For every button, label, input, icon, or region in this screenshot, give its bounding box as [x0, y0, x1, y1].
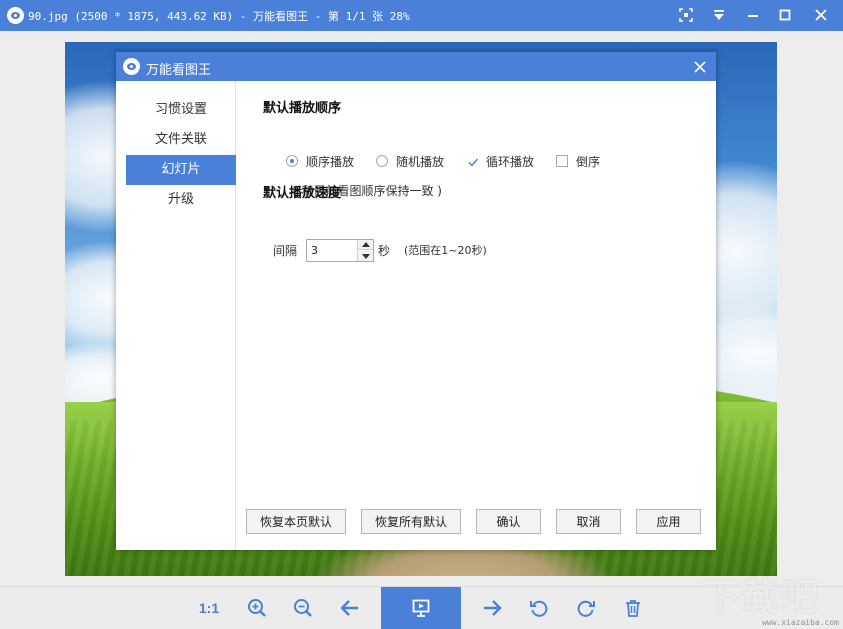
checkmark-icon: [468, 158, 479, 167]
sidebar-item-slideshow[interactable]: 幻灯片: [126, 155, 236, 185]
settings-content: 默认播放顺序 顺序播放 随机播放 循环播放 倒序 ( 和目前看图顺序保持一致 )…: [236, 81, 716, 550]
dialog-titlebar: 万能看图王: [116, 52, 716, 81]
arrow-up-icon: [361, 242, 370, 247]
interval-label: 间隔: [273, 244, 298, 258]
interval-input[interactable]: [307, 240, 357, 261]
minimize-button[interactable]: [741, 4, 765, 26]
actual-size-button[interactable]: 1:1: [193, 587, 225, 629]
sequential-label: 顺序播放: [306, 154, 355, 169]
zoom-in-button[interactable]: [242, 587, 272, 629]
order-sequential-option[interactable]: 顺序播放: [286, 153, 354, 169]
minimize-icon: [748, 15, 758, 17]
apply-button[interactable]: 应用: [636, 509, 701, 534]
zoom-out-button[interactable]: [288, 587, 318, 629]
app-logo-icon: [123, 58, 140, 75]
actual-size-label: 1:1: [198, 600, 220, 616]
random-label: 随机播放: [396, 154, 445, 169]
watermark-text: 下载吧: [702, 575, 820, 619]
close-icon: [694, 61, 706, 73]
settings-sidebar: 习惯设置 文件关联 幻灯片 升级: [116, 81, 236, 550]
watermark-logo: 下载吧 www.xiazaiba.com: [702, 566, 843, 629]
dropdown-icon: [714, 10, 724, 20]
confirm-button[interactable]: 确认: [476, 509, 541, 534]
restore-page-defaults-button[interactable]: 恢复本页默认: [246, 509, 346, 534]
previous-icon: [340, 600, 358, 616]
interval-stepper: [306, 239, 374, 262]
maximize-icon: [779, 9, 791, 21]
slideshow-icon: [412, 599, 430, 617]
reverse-checkbox[interactable]: [556, 155, 568, 167]
window-title: 90.jpg (2500 * 1875, 443.62 KB) - 万能看图王 …: [28, 10, 410, 23]
interval-decrement-button[interactable]: [357, 251, 373, 261]
sidebar-item-upgrade[interactable]: 升级: [126, 185, 236, 215]
close-icon: [815, 9, 827, 21]
sidebar-item-habits[interactable]: 习惯设置: [126, 95, 236, 125]
play-order-title: 默认播放顺序: [263, 101, 342, 116]
interval-range-hint: (范围在1~20秒): [404, 244, 487, 257]
slideshow-button[interactable]: [381, 587, 461, 629]
arrow-down-icon: [361, 253, 370, 259]
zoom-out-icon: [294, 599, 312, 617]
reverse-label: 倒序: [576, 154, 601, 169]
fit-screen-icon: [679, 8, 693, 22]
interval-unit: 秒: [378, 244, 391, 258]
order-reverse-option[interactable]: 倒序: [556, 153, 600, 169]
app-logo-icon: [7, 7, 24, 24]
play-speed-title: 默认播放速度: [263, 186, 342, 201]
rotate-right-icon: [577, 600, 595, 617]
dialog-close-button[interactable]: [690, 57, 710, 77]
delete-button[interactable]: [618, 587, 648, 629]
cancel-button[interactable]: 取消: [556, 509, 621, 534]
dialog-title: 万能看图王: [146, 63, 212, 78]
loop-label: 循环播放: [486, 154, 535, 169]
sidebar-item-file-association[interactable]: 文件关联: [126, 125, 236, 155]
order-loop-option[interactable]: 循环播放: [466, 153, 534, 169]
next-image-button[interactable]: [477, 587, 507, 629]
next-icon: [484, 600, 502, 616]
menu-dropdown-button[interactable]: [707, 4, 731, 26]
sequential-radio[interactable]: [286, 155, 298, 167]
interval-increment-button[interactable]: [357, 240, 373, 250]
watermark-url: www.xiazaiba.com: [761, 618, 839, 627]
fit-screen-button[interactable]: [674, 4, 698, 26]
maximize-button[interactable]: [773, 4, 797, 26]
order-random-option[interactable]: 随机播放: [376, 153, 444, 169]
settings-dialog: 万能看图王 习惯设置 文件关联 幻灯片 升级 默认播放顺序 顺序播放 随机播放: [116, 52, 716, 550]
loop-checkbox[interactable]: [466, 155, 479, 167]
rotate-left-button[interactable]: [524, 587, 554, 629]
restore-all-defaults-button[interactable]: 恢复所有默认: [361, 509, 461, 534]
window-titlebar: 90.jpg (2500 * 1875, 443.62 KB) - 万能看图王 …: [0, 0, 843, 31]
random-radio[interactable]: [376, 155, 388, 167]
window-close-button[interactable]: [809, 4, 833, 26]
delete-icon: [626, 600, 640, 617]
rotate-right-button[interactable]: [571, 587, 601, 629]
zoom-in-icon: [248, 599, 266, 617]
previous-image-button[interactable]: [335, 587, 365, 629]
rotate-left-icon: [530, 600, 548, 617]
